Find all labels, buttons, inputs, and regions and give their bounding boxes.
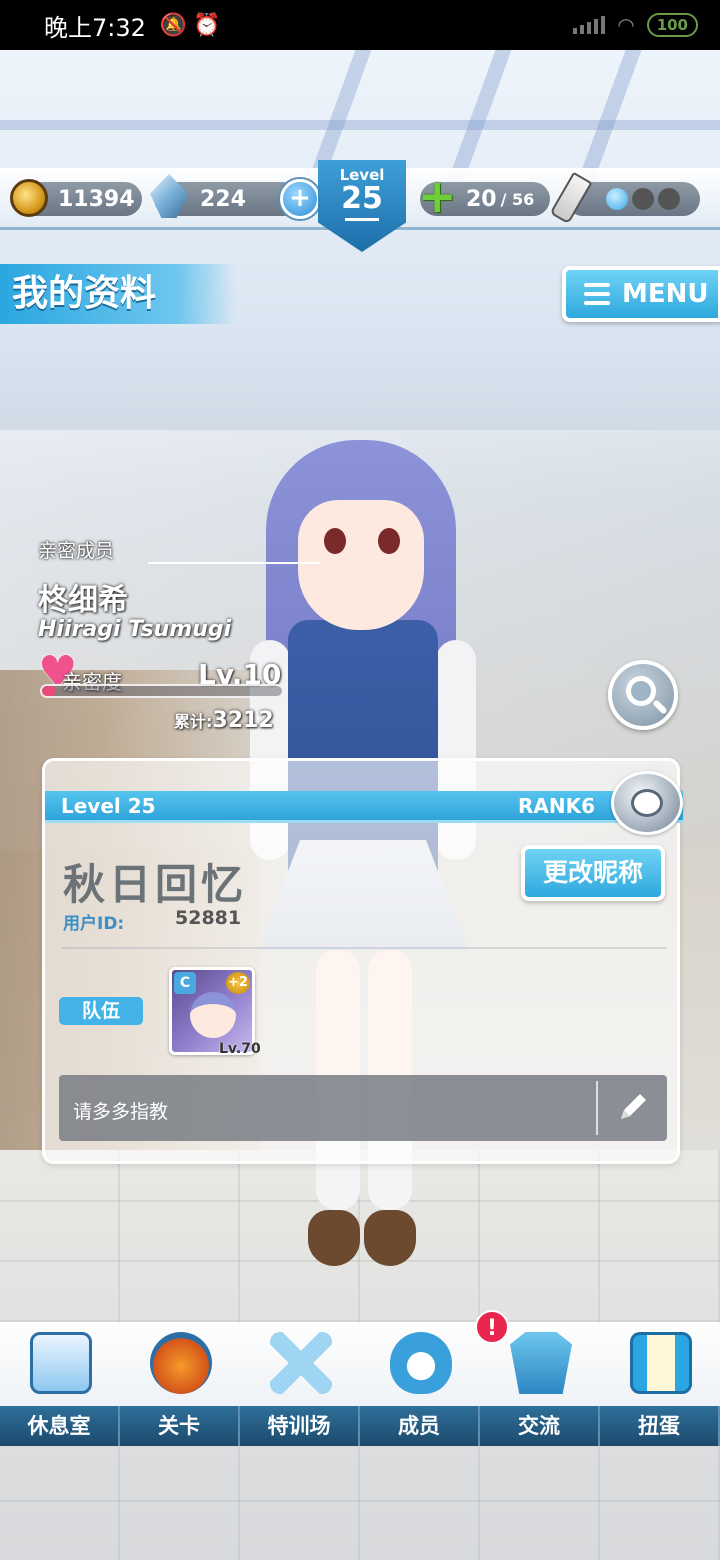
comment-field[interactable]: 请多多指教 <box>59 1075 667 1141</box>
member-portrait <box>190 992 236 1038</box>
nav-item-training[interactable]: 特训场 <box>240 1324 360 1446</box>
nav-item-gacha[interactable]: 扭蛋 <box>600 1324 720 1446</box>
battery-icon: 100 <box>646 13 698 37</box>
nav-label-stage: 关卡 <box>120 1406 240 1446</box>
nav-label-lounge: 休息室 <box>0 1406 120 1446</box>
affinity-section-label: 亲密成员 <box>38 540 115 562</box>
point-dot-filled <box>606 188 628 210</box>
cat-mascot-icon <box>390 1332 452 1394</box>
point-dot-empty <box>658 188 680 210</box>
point-dot-empty <box>632 188 654 210</box>
wifi-icon: ◠ <box>617 13 635 37</box>
profile-card: Level 25 RANK6 秋日回忆 用户ID: 52881 更改昵称 队伍 … <box>42 758 683 1164</box>
demon-mask-icon <box>150 1332 212 1394</box>
gem-counter: 224 + <box>150 174 320 219</box>
stamina-plus-icon[interactable]: + <box>418 173 458 219</box>
nav-item-stage[interactable]: 关卡 <box>120 1324 240 1446</box>
user-id: 用户ID: 52881 <box>63 907 241 934</box>
coin-icon <box>10 179 48 217</box>
comment-text: 请多多指教 <box>73 1101 169 1123</box>
user-id-value: 52881 <box>175 907 242 929</box>
affinity-total-label: 累计: <box>174 712 213 731</box>
member-name-roman: Hiiragi Tsumugi <box>38 617 232 642</box>
team-card-level: Lv.70 <box>219 1041 261 1057</box>
profile-level: Level 25 <box>61 793 156 818</box>
level-badge-value: 25 <box>341 181 383 216</box>
nav-item-lounge[interactable]: 休息室 <box>0 1324 120 1446</box>
stamina-max: / 56 <box>500 189 535 209</box>
edit-pencil-icon[interactable] <box>615 1089 651 1125</box>
card-plus-badge: +2 <box>226 972 250 994</box>
bottom-nav: 休息室 关卡 特训场 成员 交流 扭蛋 <box>0 1322 720 1446</box>
affinity-progress-fill <box>42 686 57 696</box>
hamburger-icon <box>584 283 610 305</box>
affinity-panel: 亲密成员 柊细希 Hiiragi Tsumugi ♥ 亲密度 Lv.10 累计:… <box>38 536 320 733</box>
page-title: 我的资料 <box>0 264 236 324</box>
gem-value: 224 <box>200 186 246 212</box>
coin-counter: 11394 <box>10 179 142 217</box>
school-building-icon <box>30 1332 92 1394</box>
status-time: 晚上7:32 <box>44 13 146 42</box>
battle-points <box>549 171 700 225</box>
change-nickname-button[interactable]: 更改昵称 <box>521 845 665 901</box>
rank-badge-icon <box>611 771 683 835</box>
mute-alarm-icons: 🔕⏰ <box>159 12 227 38</box>
profile-rank: RANK6 <box>517 793 595 818</box>
signal-icon <box>573 16 606 34</box>
affinity-progress-bar <box>40 684 284 698</box>
menu-label: MENU <box>622 279 709 309</box>
add-gems-button[interactable]: + <box>280 179 320 219</box>
nickname: 秋日回忆 <box>63 860 248 909</box>
member-name: 柊细希 <box>38 583 128 618</box>
uniform-dress-icon <box>510 1332 572 1394</box>
battery-level: 100 <box>656 16 688 34</box>
notification-badge: ! <box>475 1310 509 1344</box>
stamina-counter: + 20 / 56 <box>418 173 550 219</box>
curtain-stage-icon <box>630 1332 692 1394</box>
nav-label-members: 成员 <box>360 1406 480 1446</box>
menu-button[interactable]: MENU <box>562 266 720 322</box>
magnifier-plus-icon <box>626 676 656 706</box>
affinity-total: 累计:3212 <box>174 708 274 733</box>
nav-label-gacha: 扭蛋 <box>600 1406 720 1446</box>
gem-icon <box>150 174 188 218</box>
affinity-total-value: 3212 <box>212 708 274 733</box>
card-class-badge: C <box>174 972 196 994</box>
crossed-swords-icon <box>270 1332 332 1394</box>
profile-card-header: Level 25 RANK6 <box>45 791 683 823</box>
stamina-current: 20 <box>466 186 497 212</box>
coin-value: 11394 <box>58 186 135 212</box>
nav-item-members[interactable]: 成员 <box>360 1324 480 1446</box>
nav-label-social: 交流 <box>480 1406 600 1446</box>
sword-icon <box>549 171 593 225</box>
nav-label-training: 特训场 <box>240 1406 360 1446</box>
status-bar: 晚上7:32 🔕⏰ ◠ 100 <box>0 0 720 50</box>
team-label: 队伍 <box>59 997 143 1025</box>
user-id-label: 用户ID: <box>63 914 125 934</box>
zoom-button[interactable] <box>608 660 678 730</box>
